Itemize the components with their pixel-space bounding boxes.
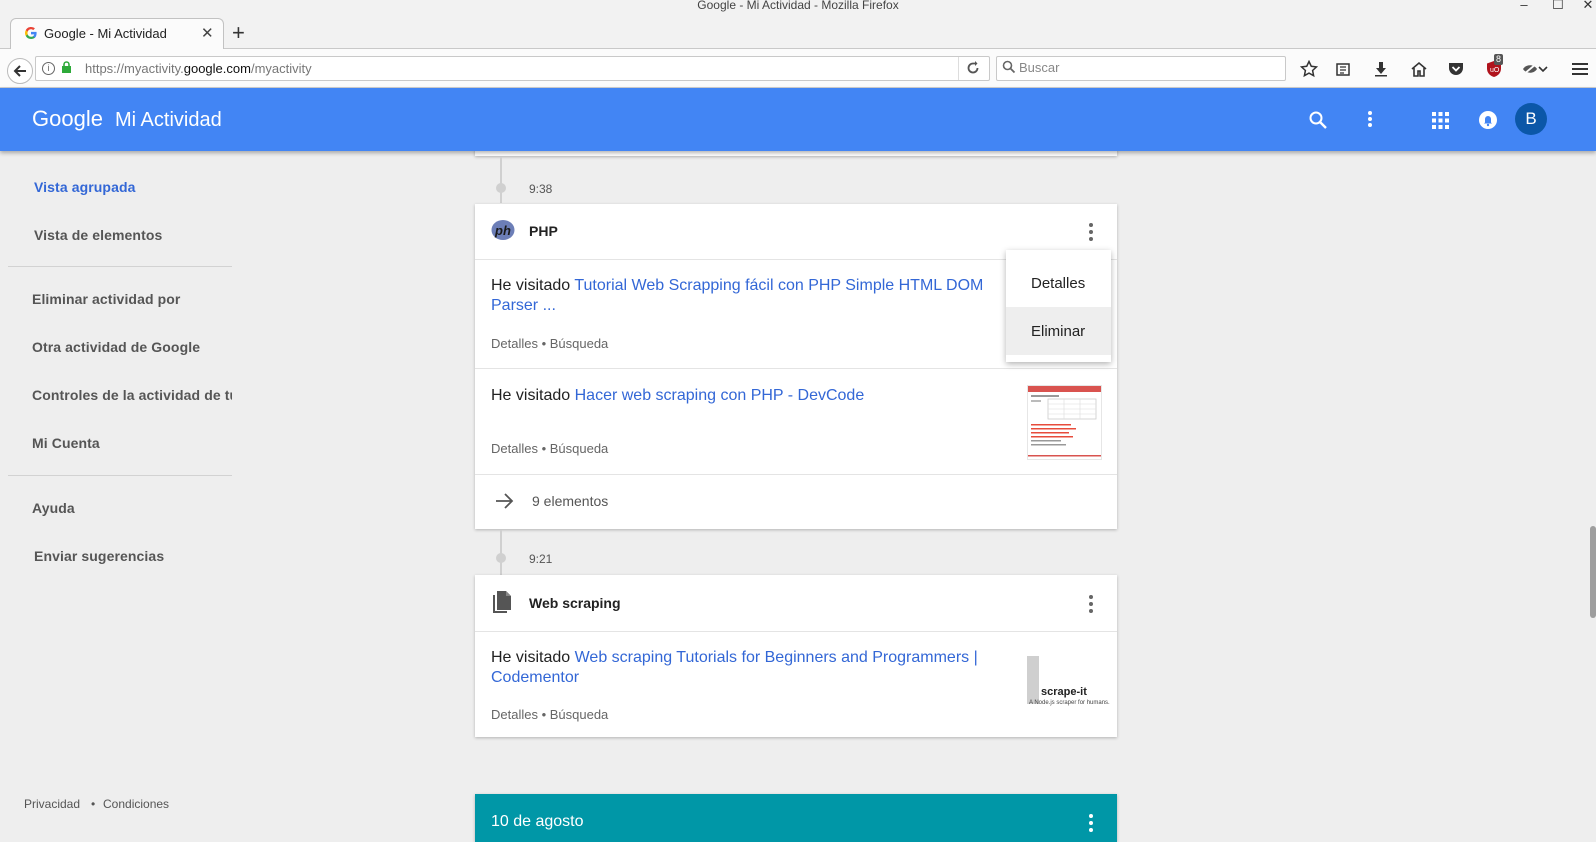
window-title: Google - Mi Actividad - Mozilla Firefox [697, 0, 899, 12]
activity-item: He visitado Web scraping Tutorials for B… [491, 648, 1001, 688]
page-thumbnail[interactable] [1027, 385, 1102, 460]
date-more-icon[interactable] [1087, 814, 1095, 832]
info-icon[interactable]: i [42, 62, 55, 75]
url-separator [958, 57, 959, 80]
close-window-button[interactable]: ✕ [1578, 0, 1596, 13]
card-more-icon[interactable] [1087, 595, 1095, 613]
avatar[interactable]: B [1515, 103, 1547, 135]
menu-item-delete[interactable]: Eliminar [1031, 323, 1085, 340]
nav-help[interactable]: Ayuda [32, 500, 75, 516]
nav-item-view[interactable]: Vista de elementos [34, 227, 162, 243]
privacy-link[interactable]: Privacidad [24, 797, 80, 811]
item-meta[interactable]: Detalles • Búsqueda [491, 441, 608, 456]
header-more-icon[interactable] [1367, 110, 1373, 128]
date-header-label: 10 de agosto [491, 813, 584, 830]
activity-item: He visitado Hacer web scraping con PHP -… [491, 386, 1001, 406]
app-header [0, 88, 1596, 151]
nav-send-feedback[interactable]: Enviar sugerencias [34, 548, 164, 564]
svg-text:ph: ph [494, 223, 511, 238]
url-text: https://myactivity.google.com/myactivity [85, 61, 312, 76]
item-divider [475, 368, 1117, 369]
timeline-time: 9:38 [529, 182, 553, 196]
thumbnail-title: scrape-it [1041, 686, 1087, 698]
search-input[interactable] [1019, 57, 1274, 78]
timeline-dot [496, 553, 506, 563]
sidebar-divider [8, 475, 232, 476]
card-title: PHP [529, 223, 558, 239]
tab-close-icon[interactable]: ✕ [201, 24, 214, 42]
arrow-right-icon[interactable] [495, 492, 515, 510]
visit-prefix: He visitado [491, 387, 571, 404]
card-more-icon[interactable] [1087, 223, 1095, 241]
back-button[interactable] [7, 58, 33, 84]
scrollbar-thumb[interactable] [1590, 526, 1596, 618]
item-divider [475, 474, 1117, 475]
timeline-dot [496, 183, 506, 193]
timeline-time: 9:21 [529, 552, 553, 566]
svg-text:uO: uO [1490, 67, 1500, 74]
maximize-button[interactable]: ☐ [1548, 0, 1568, 13]
back-arrow-icon [13, 65, 26, 77]
item-meta[interactable]: Detalles • Búsqueda [491, 707, 608, 722]
thumbnail-subtitle: A Node.js scraper for humans. [1029, 700, 1110, 706]
apps-grid-icon[interactable] [1432, 112, 1449, 129]
nav-other-activity[interactable]: Otra actividad de Google [32, 339, 200, 355]
ublock-count-badge: 8 [1494, 54, 1504, 65]
new-tab-button[interactable]: + [232, 20, 245, 46]
sidebar-divider [8, 266, 232, 267]
menu-item-details[interactable]: Detalles [1031, 275, 1085, 292]
header-search-icon[interactable] [1308, 110, 1328, 130]
php-icon: ph [491, 219, 515, 241]
tab-title: Google - Mi Actividad [44, 26, 167, 41]
google-favicon-icon [24, 26, 38, 40]
nav-my-account[interactable]: Mi Cuenta [32, 435, 100, 451]
document-icon [493, 591, 513, 613]
visit-prefix: He visitado [491, 277, 571, 294]
visited-page-link[interactable]: Hacer web scraping con PHP - DevCode [575, 387, 865, 404]
home-icon[interactable] [1409, 59, 1429, 79]
chevron-down-icon[interactable] [1536, 59, 1550, 79]
thumbnail-graphic [1027, 656, 1039, 704]
card-divider [475, 631, 1117, 632]
product-title: Mi Actividad [115, 109, 222, 131]
nav-delete-activity[interactable]: Eliminar actividad por [32, 291, 180, 307]
reading-list-icon[interactable] [1333, 59, 1353, 79]
reload-icon[interactable] [966, 61, 980, 75]
bookmark-star-icon[interactable] [1299, 59, 1319, 79]
search-icon [1002, 60, 1016, 74]
terms-link[interactable]: Condiciones [103, 797, 169, 811]
timeline-line [500, 157, 502, 203]
nav-activity-controls[interactable]: Controles de la actividad de tu [32, 387, 232, 403]
visit-prefix: He visitado [491, 649, 571, 666]
card-title: Web scraping [529, 595, 621, 611]
activity-item: He visitado Tutorial Web Scrapping fácil… [491, 276, 1001, 316]
item-meta[interactable]: Detalles • Búsqueda [491, 336, 608, 351]
pocket-icon[interactable] [1446, 59, 1466, 79]
google-logo[interactable]: Google [32, 106, 103, 132]
lock-icon [61, 61, 72, 74]
footer-separator: • [91, 797, 96, 811]
more-items-link[interactable]: 9 elementos [532, 493, 608, 509]
page-thumbnail[interactable]: scrape-it A Node.js scraper for humans. [1027, 656, 1110, 710]
notifications-bell-icon[interactable] [1478, 110, 1498, 130]
nav-grouped-view[interactable]: Vista agrupada [34, 179, 136, 195]
download-icon[interactable] [1371, 59, 1391, 79]
hamburger-menu-icon[interactable] [1570, 59, 1590, 79]
minimize-button[interactable]: – [1514, 0, 1534, 12]
